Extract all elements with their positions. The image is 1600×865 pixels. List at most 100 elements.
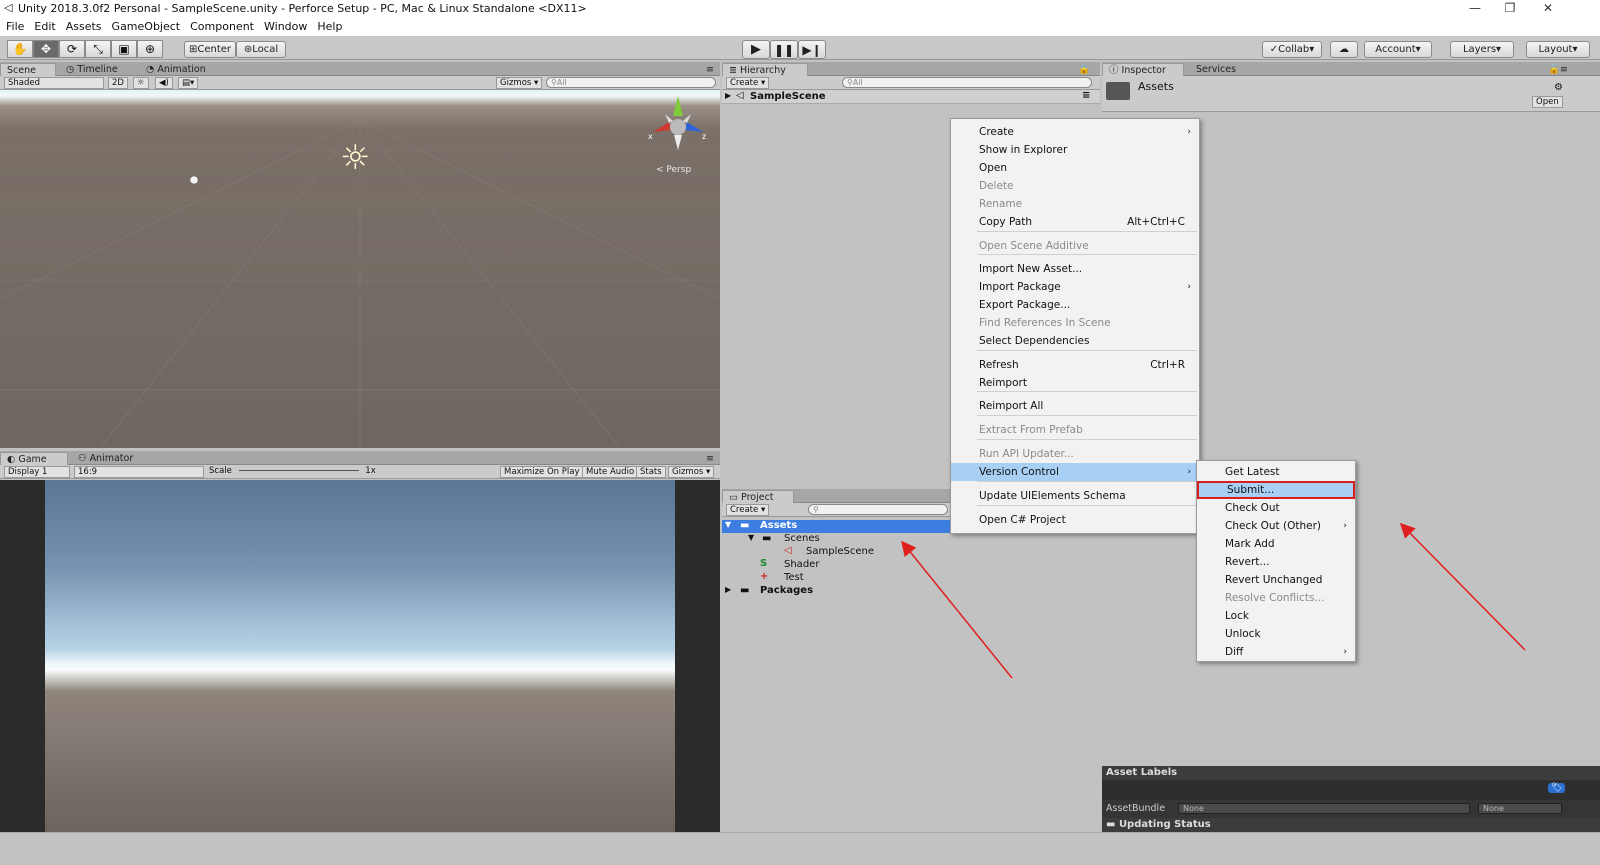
scene-view[interactable]: ☼ ⏺ x z < Persp xyxy=(0,90,720,448)
menu-item-select-dependencies[interactable]: Select Dependencies xyxy=(951,332,1199,350)
menu-item-import-new-asset[interactable]: Import New Asset... xyxy=(951,260,1199,278)
menu-item-run-api-updater[interactable]: Run API Updater... xyxy=(951,445,1199,463)
hierarchy-create-dropdown[interactable]: Create ▾ xyxy=(726,77,770,89)
play-button[interactable]: ▶ xyxy=(742,40,770,59)
menu-file[interactable]: File xyxy=(0,18,28,33)
stats-button[interactable]: Stats xyxy=(636,466,666,478)
vc-item-submit[interactable]: Submit... xyxy=(1197,481,1355,499)
menu-item-version-control[interactable]: Version Control › xyxy=(951,463,1199,481)
aspect-dropdown[interactable]: 16:9 xyxy=(74,466,204,478)
menu-item-find-references-in-scene[interactable]: Find References In Scene xyxy=(951,314,1199,332)
gizmos-dropdown[interactable]: Gizmos ▾ xyxy=(496,77,543,89)
panel-menu-icon[interactable]: ≡ xyxy=(700,63,720,76)
rotate-tool-icon[interactable]: ⟳ xyxy=(59,40,85,58)
asset-bundle-dropdown[interactable]: None xyxy=(1178,803,1470,814)
minimize-icon[interactable]: — xyxy=(1460,1,1490,15)
close-icon[interactable]: ✕ xyxy=(1533,1,1563,15)
scale-control[interactable]: Scale 1x xyxy=(206,466,496,478)
collapse-arrow-icon[interactable]: ▼ xyxy=(748,533,754,542)
scale-slider[interactable] xyxy=(238,470,359,471)
vc-item-mark-add[interactable]: Mark Add xyxy=(1197,535,1355,553)
scene-menu-icon[interactable]: ≡ xyxy=(1082,90,1090,101)
menu-item-import-package[interactable]: Import Package › xyxy=(951,278,1199,296)
shading-dropdown[interactable]: Shaded xyxy=(4,77,104,89)
vc-item-get-latest[interactable]: Get Latest xyxy=(1197,463,1355,481)
tree-row-shader[interactable]: S Shader xyxy=(722,558,1100,572)
menu-help[interactable]: Help xyxy=(311,18,346,33)
game-view[interactable] xyxy=(45,480,675,832)
scale-tool-icon[interactable]: ⤡ xyxy=(85,40,111,58)
restore-icon[interactable]: ❐ xyxy=(1495,1,1525,15)
project-search-input[interactable]: ⚲ xyxy=(808,504,948,515)
tab-hierarchy[interactable]: ≣ Hierarchy xyxy=(722,63,808,76)
vc-item-resolve-conflicts[interactable]: Resolve Conflicts... xyxy=(1197,589,1355,607)
menu-item-rename[interactable]: Rename xyxy=(951,195,1199,213)
cloud-button[interactable]: ☁ xyxy=(1330,41,1358,58)
mode-2d-button[interactable]: 2D xyxy=(108,77,128,89)
mute-audio-button[interactable]: Mute Audio xyxy=(582,466,639,478)
expand-arrow-icon[interactable]: ▶ xyxy=(725,585,731,594)
vc-item-check-out-other[interactable]: Check Out (Other) › xyxy=(1197,517,1355,535)
move-tool-icon[interactable]: ✥ xyxy=(33,40,59,58)
menu-component[interactable]: Component xyxy=(184,18,258,33)
vc-item-check-out[interactable]: Check Out xyxy=(1197,499,1355,517)
menu-assets[interactable]: Assets xyxy=(60,18,106,33)
vc-item-revert[interactable]: Revert... xyxy=(1197,553,1355,571)
expand-arrow-icon[interactable]: ▶ xyxy=(725,91,731,100)
tab-game[interactable]: ◐ Game xyxy=(0,452,68,465)
menu-gameobject[interactable]: GameObject xyxy=(106,18,185,33)
hierarchy-search-input[interactable]: ⚲All xyxy=(842,77,1092,88)
menu-item-delete[interactable]: Delete xyxy=(951,177,1199,195)
tab-services[interactable]: Services xyxy=(1190,63,1242,76)
menu-item-extract-from-prefab[interactable]: Extract From Prefab xyxy=(951,421,1199,439)
vc-item-revert-unchanged[interactable]: Revert Unchanged xyxy=(1197,571,1355,589)
account-button[interactable]: Account ▾ xyxy=(1364,41,1432,58)
settings-icon[interactable]: ⚙ xyxy=(1554,82,1563,93)
step-button[interactable]: ▶❙ xyxy=(798,40,826,59)
game-gizmos-dropdown[interactable]: Gizmos ▾ xyxy=(668,466,715,478)
scene-row[interactable]: ▶ ◁ SampleScene ≡ xyxy=(722,90,1100,104)
menu-item-copy-path[interactable]: Copy Path Alt+Ctrl+C xyxy=(951,213,1199,231)
pause-button[interactable]: ❚❚ xyxy=(770,40,798,59)
menu-item-open-scene-additive[interactable]: Open Scene Additive xyxy=(951,237,1199,255)
audio-icon[interactable]: ◀) xyxy=(155,77,173,89)
menu-item-refresh[interactable]: Refresh Ctrl+R xyxy=(951,356,1199,374)
menu-item-reimport[interactable]: Reimport xyxy=(951,374,1199,392)
panel-menu-icon[interactable]: ≡ xyxy=(700,452,720,465)
pivot-local-button[interactable]: ⊛ Local xyxy=(236,41,286,58)
transform-tool-icon[interactable]: ⊕ xyxy=(137,40,163,58)
lock-icon[interactable]: 🔒≡ xyxy=(1072,63,1100,88)
hand-tool-icon[interactable]: ✋ xyxy=(7,40,33,58)
orientation-gizmo-icon[interactable] xyxy=(645,94,715,154)
vc-item-lock[interactable]: Lock xyxy=(1197,607,1355,625)
collapse-arrow-icon[interactable]: ▼ xyxy=(725,520,731,529)
asset-bundle-variant-dropdown[interactable]: None xyxy=(1478,803,1562,814)
label-tag-icon[interactable]: 🏷 xyxy=(1548,783,1566,793)
menu-item-open-c-project[interactable]: Open C# Project xyxy=(951,511,1199,529)
menu-window[interactable]: Window xyxy=(258,18,311,33)
tab-animator[interactable]: ⚇ Animator xyxy=(72,452,139,465)
menu-item-create[interactable]: Create › xyxy=(951,123,1199,141)
menu-item-open[interactable]: Open xyxy=(951,159,1199,177)
tree-row-test[interactable]: + Test xyxy=(722,571,1100,585)
effects-icon[interactable]: ▤▾ xyxy=(178,77,199,89)
layout-button[interactable]: Layout ▾ xyxy=(1526,41,1590,58)
vc-item-unlock[interactable]: Unlock xyxy=(1197,625,1355,643)
open-button[interactable]: Open xyxy=(1532,96,1563,108)
vc-item-diff[interactable]: Diff › xyxy=(1197,643,1355,661)
collab-button[interactable]: ✓ Collab ▾ xyxy=(1262,41,1322,58)
directional-light-icon[interactable]: ☼ xyxy=(340,138,370,178)
menu-item-update-uielements-schema[interactable]: Update UIElements Schema xyxy=(951,487,1199,505)
rect-tool-icon[interactable]: ▣ xyxy=(111,40,137,58)
camera-icon[interactable]: ⏺ xyxy=(190,170,198,190)
menu-item-reimport-all[interactable]: Reimport All xyxy=(951,397,1199,415)
layers-button[interactable]: Layers ▾ xyxy=(1450,41,1514,58)
menu-item-export-package[interactable]: Export Package... xyxy=(951,296,1199,314)
menu-edit[interactable]: Edit xyxy=(28,18,59,33)
pivot-center-button[interactable]: ⊞ Center xyxy=(184,41,236,58)
menu-item-show-in-explorer[interactable]: Show in Explorer xyxy=(951,141,1199,159)
tree-row-scenes[interactable]: ▼ ▬ Scenes xyxy=(722,533,1100,546)
maximize-on-play-button[interactable]: Maximize On Play xyxy=(500,466,584,478)
display-dropdown[interactable]: Display 1 xyxy=(4,466,70,478)
lock-icon[interactable]: 🔒≡ xyxy=(1542,63,1574,76)
